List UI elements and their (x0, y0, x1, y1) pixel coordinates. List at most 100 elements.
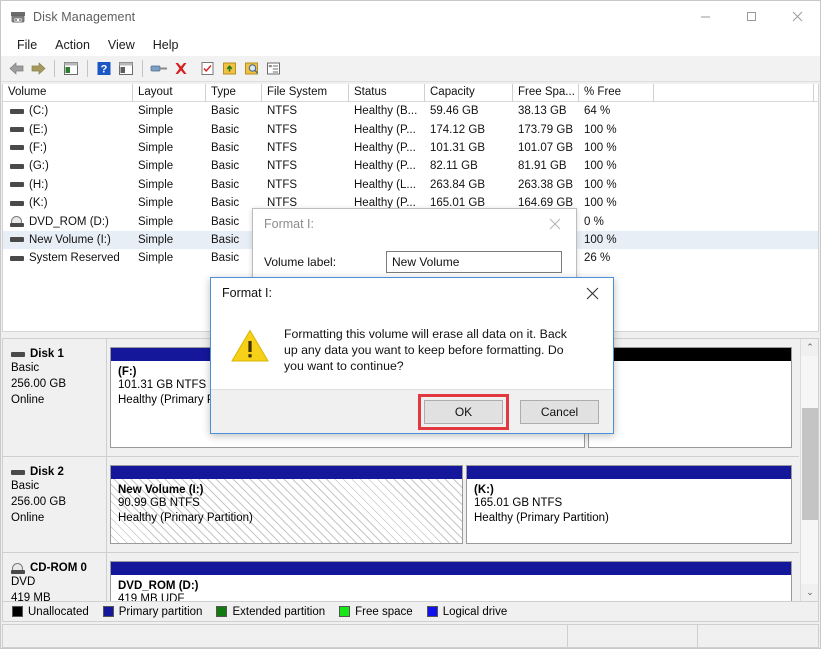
confirm-dialog-footer: OK Cancel (211, 389, 613, 433)
partition-label: (K:) (474, 484, 791, 496)
partition-block[interactable]: (K:)165.01 GB NTFSHealthy (Primary Parti… (466, 465, 792, 544)
column-header-status[interactable]: Status (349, 84, 425, 102)
partition-legend: UnallocatedPrimary partitionExtended par… (2, 602, 819, 622)
column-header-free-spa[interactable]: Free Spa... (513, 84, 579, 102)
partition-size: 90.99 GB NTFS (118, 496, 462, 511)
volume-label-input[interactable] (386, 251, 562, 273)
volume-row[interactable]: (F:)SimpleBasicNTFSHealthy (P...101.31 G… (3, 139, 818, 157)
delete-icon[interactable] (170, 58, 192, 80)
column-header-volume[interactable]: Volume (3, 84, 133, 102)
back-icon[interactable] (5, 58, 27, 80)
partition-block[interactable]: DVD_ROM (D:)419 MB UDFHealthy (Primary P… (110, 561, 792, 601)
disk-management-window: Disk Management File Action View Help (0, 0, 821, 649)
disk-management-icon (10, 9, 26, 25)
partition-block[interactable]: New Volume (I:)90.99 GB NTFSHealthy (Pri… (110, 465, 463, 544)
column-header-blank[interactable] (654, 84, 814, 102)
confirm-dialog-close-icon[interactable] (571, 279, 613, 308)
disk-title: Disk 2 (11, 466, 106, 478)
partition-block[interactable] (588, 347, 793, 448)
menu-file[interactable]: File (8, 36, 46, 54)
disk-detail-line: Basic (11, 478, 106, 494)
percent-free-cell: 100 % (579, 179, 654, 191)
cancel-button[interactable]: Cancel (520, 400, 599, 424)
legend-label: Unallocated (28, 606, 89, 618)
confirm-dialog-message: Formatting this volume will erase all da… (284, 326, 584, 391)
show-hide-console-tree-icon[interactable] (60, 58, 82, 80)
window-controls (682, 1, 820, 33)
close-button[interactable] (774, 1, 820, 32)
show-hide-action-pane-icon[interactable] (115, 58, 137, 80)
legend-label: Free space (355, 606, 413, 618)
ok-button-highlight: OK (418, 394, 509, 430)
svg-text:?: ? (101, 64, 108, 76)
disk-title: Disk 1 (11, 348, 106, 360)
disk-row[interactable]: CD-ROM 0DVD419 MBOnlineDVD_ROM (D:)419 M… (3, 553, 799, 601)
minimize-button[interactable] (682, 1, 728, 32)
type-cell: Basic (206, 124, 262, 136)
examine-icon[interactable] (241, 58, 263, 80)
volume-name-label: (G:) (29, 160, 49, 172)
volume-row[interactable]: (E:)SimpleBasicNTFSHealthy (P...174.12 G… (3, 120, 818, 138)
format-dialog-title: Format I: (264, 217, 314, 231)
drive-icon (10, 253, 24, 264)
file-system-cell: NTFS (262, 142, 349, 154)
scroll-down-button[interactable]: ⌄ (801, 584, 819, 601)
disk-info-panel[interactable]: Disk 1Basic256.00 GBOnline (3, 339, 107, 456)
type-cell: Basic (206, 105, 262, 117)
menu-help[interactable]: Help (144, 36, 188, 54)
legend-swatch (339, 606, 350, 617)
format-dialog-body: Volume label: (253, 239, 576, 273)
title-bar: Disk Management (1, 1, 820, 33)
column-header-type[interactable]: Type (206, 84, 262, 102)
forward-icon[interactable] (27, 58, 49, 80)
status-cell-second (568, 625, 698, 647)
column-header--free[interactable]: % Free (579, 84, 654, 102)
disk-detail-line: 256.00 GB (11, 376, 106, 392)
percent-free-cell: 26 % (579, 252, 654, 264)
file-system-cell: NTFS (262, 124, 349, 136)
rescan-disks-icon[interactable] (197, 58, 219, 80)
ok-button[interactable]: OK (424, 400, 503, 424)
file-system-cell: NTFS (262, 179, 349, 191)
confirm-dialog-body: Formatting this volume will erase all da… (211, 308, 613, 391)
partition-status: Healthy (Primary Partition) (118, 511, 462, 526)
menu-action[interactable]: Action (46, 36, 99, 54)
disk-info-panel[interactable]: CD-ROM 0DVD419 MBOnline (3, 553, 107, 601)
create-volume-icon[interactable] (219, 58, 241, 80)
layout-cell: Simple (133, 197, 206, 209)
column-header-file-system[interactable]: File System (262, 84, 349, 102)
type-cell: Basic (206, 179, 262, 191)
legend-item: Extended partition (216, 606, 325, 618)
free-space-cell: 81.91 GB (513, 160, 579, 172)
partition-details: (K:)165.01 GB NTFSHealthy (Primary Parti… (467, 479, 791, 543)
volume-row[interactable]: (G:)SimpleBasicNTFSHealthy (P...82.11 GB… (3, 157, 818, 175)
partition-color-bar (589, 348, 792, 361)
volume-row[interactable]: (H:)SimpleBasicNTFSHealthy (L...263.84 G… (3, 176, 818, 194)
percent-free-cell: 64 % (579, 105, 654, 117)
layout-cell: Simple (133, 216, 206, 228)
column-header-layout[interactable]: Layout (133, 84, 206, 102)
status-cell: Healthy (P... (349, 142, 425, 154)
scrollbar-thumb[interactable] (802, 408, 818, 520)
capacity-cell: 263.84 GB (425, 179, 513, 191)
format-dialog-close-icon[interactable] (534, 210, 576, 239)
menu-view[interactable]: View (99, 36, 144, 54)
maximize-button[interactable] (728, 1, 774, 32)
properties-icon[interactable] (148, 58, 170, 80)
status-cell-main (3, 625, 568, 647)
scroll-up-button[interactable]: ⌃ (801, 339, 819, 356)
volume-name-label: (C:) (29, 105, 48, 117)
volume-row[interactable]: (C:)SimpleBasicNTFSHealthy (B...59.46 GB… (3, 102, 818, 120)
help-icon[interactable]: ? (93, 58, 115, 80)
disk-info-panel[interactable]: Disk 2Basic256.00 GBOnline (3, 457, 107, 552)
scrollbar-track[interactable] (801, 356, 819, 584)
volume-name-label: (E:) (29, 124, 48, 136)
disk-panel-scrollbar[interactable]: ⌃ ⌄ (800, 339, 818, 601)
column-header-capacity[interactable]: Capacity (425, 84, 513, 102)
toolbar-separator (142, 60, 143, 77)
disk-row[interactable]: Disk 2Basic256.00 GBOnlineNew Volume (I:… (3, 457, 799, 553)
volume-name-cell: (F:) (3, 142, 133, 154)
list-view-icon[interactable] (263, 58, 285, 80)
partition-size: 419 MB UDF (118, 592, 791, 601)
toolbar-separator (54, 60, 55, 77)
